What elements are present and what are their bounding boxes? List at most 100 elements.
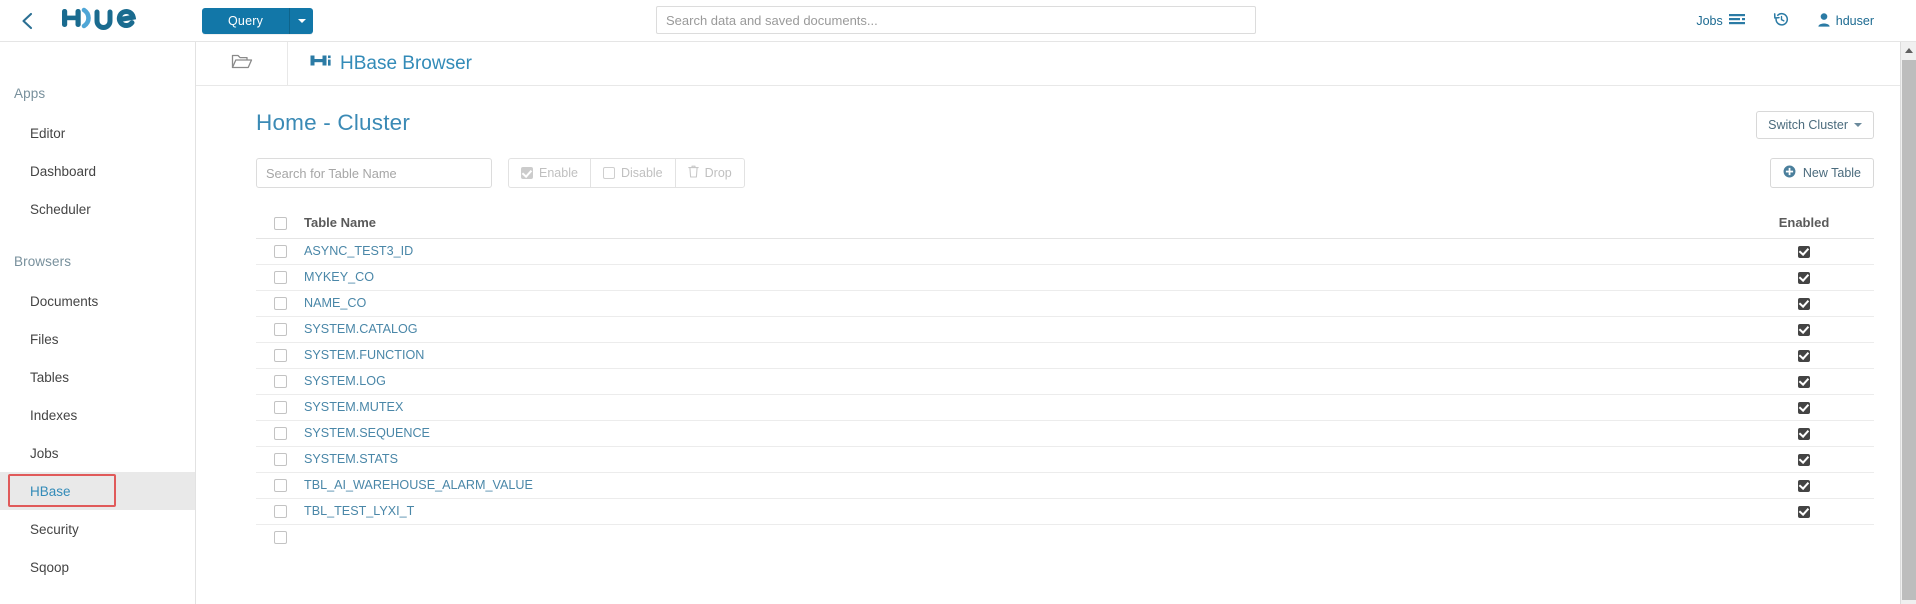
row-select-checkbox[interactable] (273, 297, 287, 311)
new-table-button[interactable]: New Table (1769, 158, 1874, 188)
drop-button[interactable]: Drop (674, 158, 745, 188)
row-select-checkbox[interactable] (273, 479, 287, 493)
row-select-checkbox[interactable] (273, 375, 287, 389)
scrollbar-up-button[interactable] (1901, 42, 1916, 58)
table-row[interactable]: MYKEY_CO (256, 263, 1874, 290)
enabled-cell (1734, 263, 1874, 290)
assist-panel-toggle[interactable] (196, 42, 288, 86)
enabled-cell (1734, 341, 1874, 368)
sidebar-item-editor[interactable]: Editor (0, 114, 195, 152)
table-name-link[interactable]: ASYNC_TEST3_ID (304, 244, 413, 258)
disable-button[interactable]: Disable (589, 158, 675, 188)
enabled-cell (1734, 315, 1874, 342)
hbase-panel: Home - Cluster Switch Cluster Enable Dis… (196, 86, 1916, 550)
chevron-left-icon (18, 11, 38, 31)
sidebar-item-files[interactable]: Files (0, 320, 195, 358)
table-row[interactable]: SYSTEM.FUNCTION (256, 341, 1874, 368)
table-header-row: Table Name Enabled (256, 208, 1874, 239)
enable-button[interactable]: Enable (508, 158, 590, 188)
enabled-checked-icon (1798, 271, 1810, 284)
sidebar-item-dashboard[interactable]: Dashboard (0, 152, 195, 190)
sidebar-item-hbase[interactable]: HBase (0, 472, 195, 510)
row-select-checkbox[interactable] (273, 453, 287, 467)
row-select-checkbox[interactable] (273, 245, 287, 259)
table-row[interactable]: SYSTEM.MUTEX (256, 393, 1874, 420)
table-row[interactable]: TBL_AI_WAREHOUSE_ALARM_VALUE (256, 471, 1874, 498)
sidebar-item-sqoop[interactable]: Sqoop (0, 548, 195, 586)
enabled-cell (1734, 497, 1874, 524)
sidebar-item-jobs[interactable]: Jobs (0, 434, 195, 472)
table-name-cell: ASYNC_TEST3_ID (304, 237, 1734, 264)
row-select-checkbox[interactable] (273, 401, 287, 415)
query-button-group[interactable]: Query (202, 7, 314, 34)
row-select-checkbox[interactable] (273, 531, 287, 545)
global-search-input[interactable] (656, 6, 1256, 34)
column-header-enabled[interactable]: Enabled (1734, 208, 1874, 239)
checkbox-empty-icon (602, 167, 615, 179)
row-select-cell (256, 393, 304, 420)
table-name-link[interactable]: TBL_AI_WAREHOUSE_ALARM_VALUE (304, 478, 533, 492)
sidebar-item-label: Tables (30, 369, 70, 385)
enabled-cell (1734, 471, 1874, 498)
history-nav-item[interactable] (1759, 11, 1804, 31)
enabled-cell (1734, 419, 1874, 446)
sidebar-item-label: Editor (30, 125, 66, 141)
sidebar-item-label: Dashboard (30, 163, 97, 179)
scrollbar-thumb[interactable] (1902, 60, 1916, 600)
row-select-checkbox[interactable] (273, 427, 287, 441)
table-name-cell: TBL_TEST_LYXI_T (304, 497, 1734, 524)
enabled-cell (1734, 237, 1874, 264)
table-name-cell: MYKEY_CO (304, 263, 1734, 290)
switch-cluster-label: Switch Cluster (1768, 118, 1848, 132)
back-button[interactable] (0, 0, 56, 42)
sidebar-item-label: Documents (30, 293, 99, 309)
table-name-link[interactable]: SYSTEM.SEQUENCE (304, 426, 430, 440)
table-row[interactable]: SYSTEM.STATS (256, 445, 1874, 472)
history-rewind-icon (1773, 11, 1790, 31)
table-row[interactable]: TBL_TEST_LYXI_T (256, 497, 1874, 524)
drop-button-label: Drop (704, 166, 732, 180)
user-nav-item[interactable]: hduser (1804, 12, 1888, 30)
table-name-cell: SYSTEM.LOG (304, 367, 1734, 394)
query-dropdown-toggle[interactable] (289, 7, 314, 34)
table-name-link[interactable]: SYSTEM.LOG (304, 374, 386, 388)
row-select-checkbox[interactable] (273, 505, 287, 519)
table-name-link[interactable]: SYSTEM.CATALOG (304, 322, 418, 336)
table-name-link[interactable]: TBL_TEST_LYXI_T (304, 504, 414, 518)
sidebar-item-documents[interactable]: Documents (0, 282, 195, 320)
table-name-link[interactable]: SYSTEM.FUNCTION (304, 348, 424, 362)
sidebar-item-indexes[interactable]: Indexes (0, 396, 195, 434)
table-row[interactable]: NAME_CO (256, 289, 1874, 316)
table-row[interactable]: ASYNC_TEST3_ID (256, 237, 1874, 264)
table-name-link[interactable]: MYKEY_CO (304, 270, 374, 284)
user-icon (1818, 12, 1830, 30)
user-nav-label: hduser (1835, 14, 1874, 28)
table-name-cell: SYSTEM.FUNCTION (304, 341, 1734, 368)
jobs-nav-item[interactable]: Jobs (1682, 13, 1758, 30)
query-button[interactable]: Query (202, 7, 290, 34)
table-name-link[interactable]: SYSTEM.MUTEX (304, 400, 403, 414)
table-name-link[interactable]: SYSTEM.STATS (304, 452, 398, 466)
hbase-logo-icon (310, 52, 331, 75)
checkbox-checked-icon (521, 167, 533, 179)
row-select-checkbox[interactable] (273, 271, 287, 285)
table-name-link[interactable]: NAME_CO (304, 296, 366, 310)
sidebar-item-security[interactable]: Security (0, 510, 195, 548)
table-row[interactable] (256, 523, 1874, 550)
table-row[interactable]: SYSTEM.SEQUENCE (256, 419, 1874, 446)
table-search-input[interactable] (256, 158, 492, 188)
row-select-checkbox[interactable] (273, 349, 287, 363)
column-header-table-name[interactable]: Table Name (304, 208, 1734, 239)
trash-icon (687, 165, 699, 181)
switch-cluster-button[interactable]: Switch Cluster (1756, 111, 1874, 139)
sidebar-item-tables[interactable]: Tables (0, 358, 195, 396)
sidebar-item-scheduler[interactable]: Scheduler (0, 190, 195, 228)
select-all-checkbox[interactable] (273, 217, 287, 231)
page-scrollbar[interactable] (1900, 42, 1916, 604)
jobs-list-icon (1728, 13, 1745, 30)
row-select-checkbox[interactable] (273, 323, 287, 337)
table-row[interactable]: SYSTEM.LOG (256, 367, 1874, 394)
hue-logo[interactable] (60, 3, 152, 38)
table-row[interactable]: SYSTEM.CATALOG (256, 315, 1874, 342)
enabled-cell (1734, 289, 1874, 316)
